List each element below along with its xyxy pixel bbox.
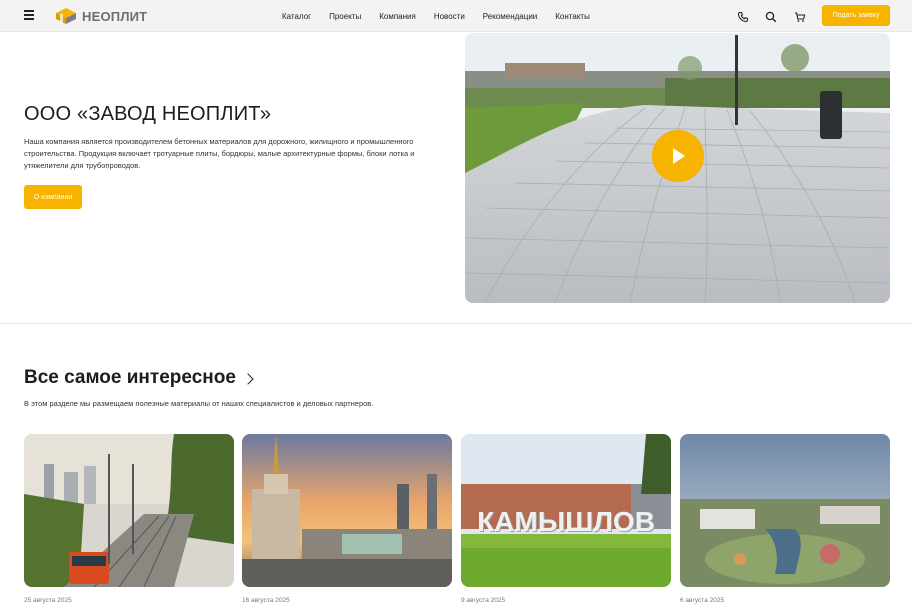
menu-icon[interactable] — [24, 10, 34, 20]
section-divider — [0, 323, 912, 324]
phone-icon[interactable] — [737, 10, 749, 23]
nav-item-recommendations[interactable]: Рекомендации — [483, 12, 537, 21]
article-card[interactable] — [680, 434, 890, 587]
logo[interactable]: НЕОПЛИТ — [54, 6, 147, 26]
submit-request-button[interactable]: Подать заявку — [822, 5, 890, 26]
nav-item-catalog[interactable]: Каталог — [282, 12, 311, 21]
article-card[interactable] — [24, 434, 234, 587]
search-icon[interactable] — [765, 10, 777, 23]
section-subtitle: В этом разделе мы размещаем полезные мат… — [24, 399, 374, 408]
logo-text: НЕОПЛИТ — [82, 8, 148, 24]
logo-mark-icon — [54, 7, 78, 25]
chevron-right-icon[interactable] — [242, 373, 254, 385]
nav-item-contacts[interactable]: Контакты — [555, 12, 590, 21]
section-title[interactable]: Все самое интересное — [24, 367, 254, 389]
aerial-park-image — [680, 434, 890, 587]
tram-city-image — [24, 434, 234, 587]
main-nav: Каталог Проекты Компания Новости Рекомен… — [282, 0, 608, 32]
article-date: 16 августа 2025 — [242, 597, 290, 604]
page-title: ООО «ЗАВОД НЕОПЛИТ» — [24, 103, 272, 125]
nav-item-projects[interactable]: Проекты — [329, 12, 361, 21]
play-icon[interactable] — [652, 130, 704, 182]
about-company-button[interactable]: О компании — [24, 185, 82, 209]
hero-video[interactable] — [465, 33, 890, 303]
article-date: 9 августа 2025 — [461, 597, 506, 604]
hero-description: Наша компания является производителем бе… — [24, 137, 415, 170]
cart-icon[interactable] — [794, 10, 806, 22]
article-card[interactable]: КАМЫШЛОВ — [461, 434, 671, 587]
site-header: НЕОПЛИТ Каталог Проекты Компания Новости… — [0, 0, 912, 32]
article-card[interactable] — [242, 434, 452, 587]
article-date: 25 августа 2025 — [24, 597, 72, 604]
nav-item-news[interactable]: Новости — [434, 12, 465, 21]
city-sunset-image — [242, 434, 452, 587]
sign-text: КАМЫШЛОВ — [477, 506, 655, 537]
nav-item-company[interactable]: Компания — [379, 12, 416, 21]
article-date: 6 августа 2025 — [680, 597, 725, 604]
section-title-text: Все самое интересное — [24, 367, 236, 388]
